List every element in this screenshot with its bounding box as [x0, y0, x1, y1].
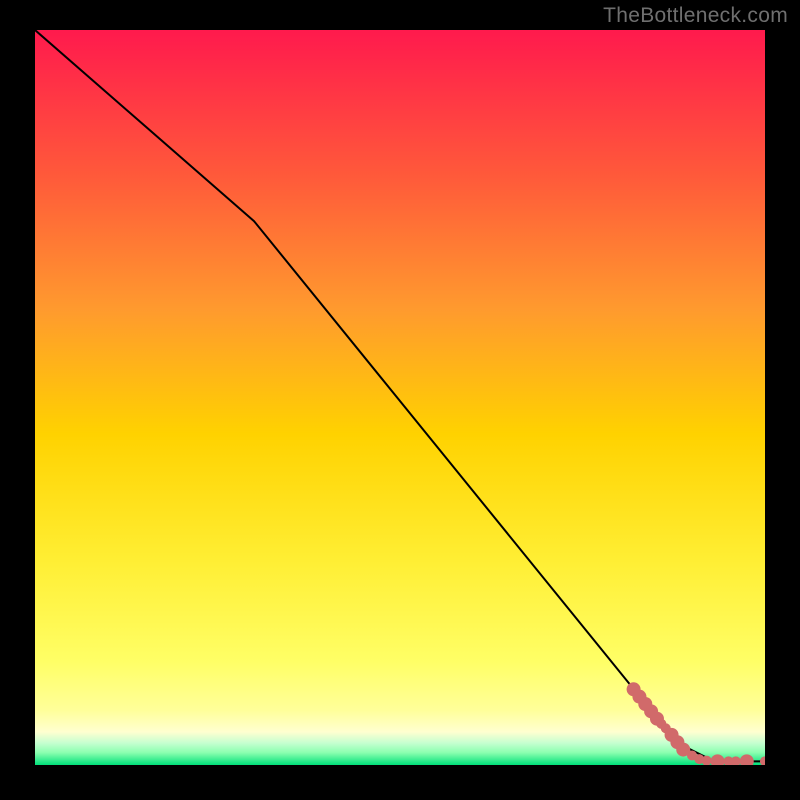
- curve-line: [35, 30, 765, 761]
- chart-overlay: [35, 30, 765, 765]
- attribution-text: TheBottleneck.com: [603, 4, 788, 28]
- chart-stage: TheBottleneck.com: [0, 0, 800, 800]
- marker-points: [627, 682, 765, 765]
- plot-area: [35, 30, 765, 765]
